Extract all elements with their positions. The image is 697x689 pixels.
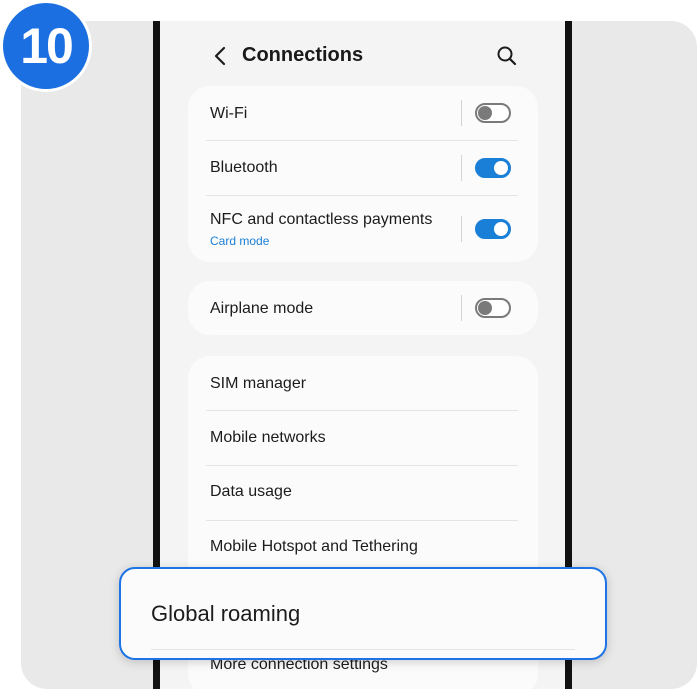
toggle-knob [478, 106, 492, 120]
setting-label: SIM manager [210, 375, 307, 392]
setting-label: Mobile networks [210, 429, 326, 446]
setting-label: Data usage [210, 483, 292, 500]
setting-label: NFC and contactless payments [210, 211, 433, 228]
setting-sublabel: Card mode [210, 234, 270, 248]
divider [151, 649, 575, 650]
setting-row-nfc[interactable]: NFC and contactless payments Card mode [188, 196, 538, 262]
page-title: Connections [242, 44, 364, 66]
setting-label: Wi-Fi [210, 105, 248, 122]
setting-row-bluetooth[interactable]: Bluetooth [188, 141, 538, 195]
back-button[interactable] [206, 41, 236, 71]
divider [461, 295, 462, 321]
setting-row-mobile-networks[interactable]: Mobile networks [188, 411, 538, 465]
toggle-knob [494, 161, 508, 175]
wifi-toggle[interactable] [475, 103, 511, 123]
settings-group-airplane: Airplane mode [188, 281, 538, 335]
bluetooth-toggle[interactable] [475, 158, 511, 178]
setting-label: Airplane mode [210, 300, 314, 317]
setting-label: Bluetooth [210, 159, 278, 176]
divider [461, 155, 462, 181]
setting-row-sim-manager[interactable]: SIM manager [188, 356, 538, 410]
app-header: Connections [160, 21, 565, 91]
setting-row-wifi[interactable]: Wi-Fi [188, 86, 538, 140]
setting-row-data-usage[interactable]: Data usage [188, 466, 538, 520]
setting-label: Mobile Hotspot and Tethering [210, 538, 418, 555]
toggle-knob [478, 301, 492, 315]
setting-row-airplane-mode[interactable]: Airplane mode [188, 281, 538, 335]
nfc-toggle[interactable] [475, 219, 511, 239]
airplane-mode-toggle[interactable] [475, 298, 511, 318]
chevron-left-icon [214, 46, 226, 66]
global-roaming-highlight[interactable]: Global roaming [119, 567, 607, 660]
toggle-knob [494, 222, 508, 236]
divider [461, 216, 462, 242]
search-icon [497, 46, 517, 66]
divider [461, 100, 462, 126]
setting-label: Global roaming [151, 601, 301, 626]
step-number-badge: 10 [0, 0, 92, 92]
search-button[interactable] [493, 42, 521, 70]
settings-group-radios: Wi-Fi Bluetooth NFC and contactless paym… [188, 86, 538, 262]
